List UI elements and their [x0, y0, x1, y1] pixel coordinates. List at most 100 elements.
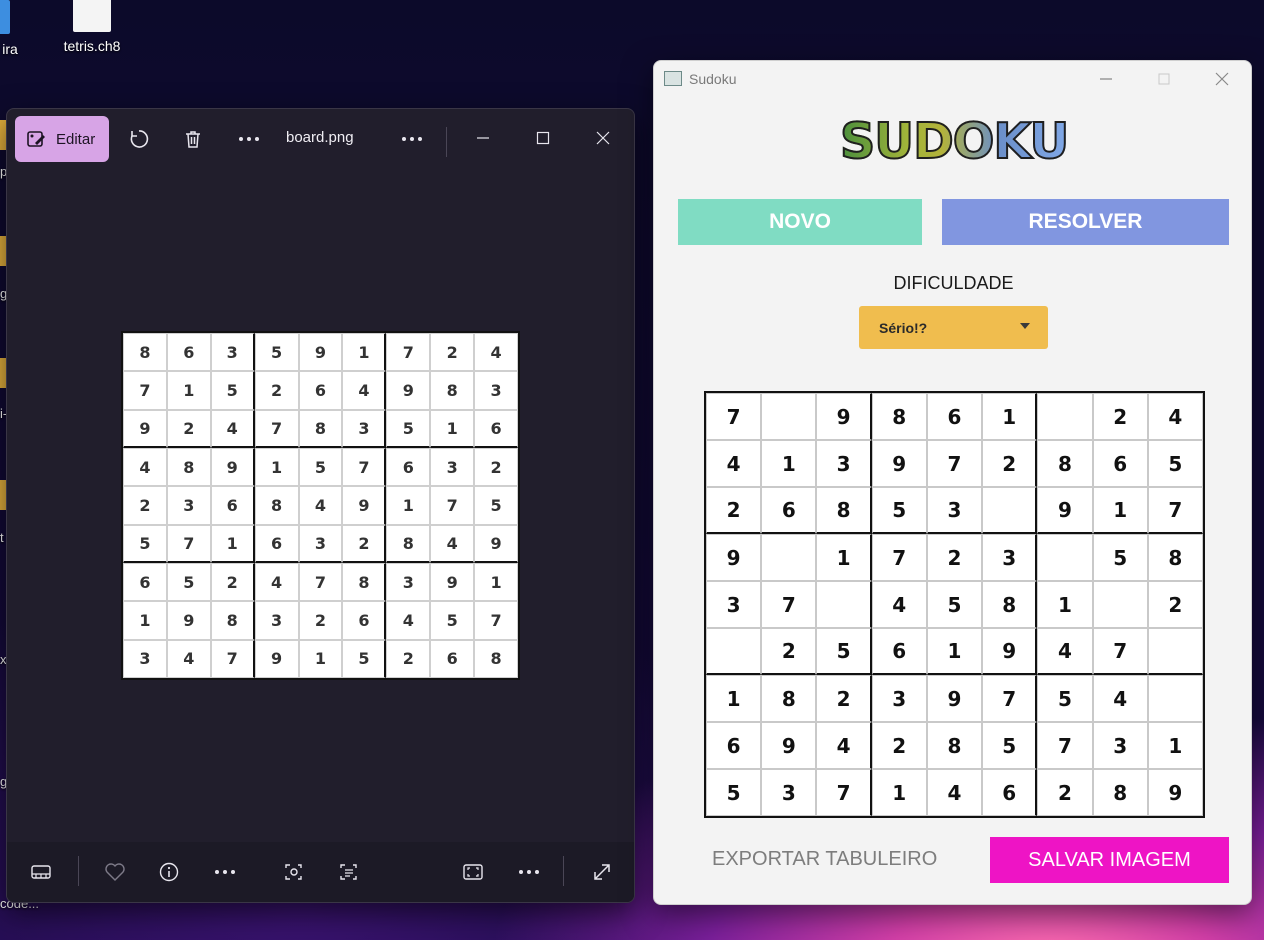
board-cell[interactable]: 7: [1147, 487, 1203, 534]
board-cell[interactable]: 3: [761, 769, 817, 816]
board-cell[interactable]: 6: [706, 722, 762, 769]
new-game-button[interactable]: NOVO: [678, 199, 922, 245]
board-cell[interactable]: 9: [1147, 769, 1203, 816]
board-cell[interactable]: 1: [1147, 722, 1203, 769]
board-cell[interactable]: 2: [871, 722, 927, 769]
board-cell[interactable]: 8: [761, 675, 817, 722]
board-cell[interactable]: 9: [706, 534, 762, 581]
board-cell[interactable]: 7: [761, 581, 817, 628]
minimize-button[interactable]: [1086, 65, 1126, 93]
board-cell[interactable]: 2: [926, 534, 983, 581]
board-cell[interactable]: 8: [982, 581, 1038, 628]
board-cell[interactable]: 4: [706, 440, 762, 487]
close-button[interactable]: [1202, 65, 1242, 93]
board-cell[interactable]: 8: [926, 722, 983, 769]
board-cell[interactable]: 1: [871, 769, 927, 816]
fullscreen-button[interactable]: [588, 858, 616, 886]
board-cell[interactable]: 1: [706, 675, 762, 722]
board-cell[interactable]: 4: [926, 769, 983, 816]
board-cell[interactable]: 8: [1147, 534, 1203, 581]
board-cell[interactable]: 3: [706, 581, 762, 628]
board-cell[interactable]: 7: [1092, 628, 1148, 675]
board-cell[interactable]: 3: [816, 440, 872, 487]
board-cell[interactable]: 3: [871, 675, 927, 722]
board-cell[interactable]: 4: [1147, 393, 1203, 440]
board-cell[interactable]: 1: [926, 628, 983, 675]
board-cell[interactable]: 5: [982, 722, 1038, 769]
edit-button[interactable]: Editar: [15, 116, 109, 162]
delete-button[interactable]: [179, 125, 207, 153]
rotate-button[interactable]: [125, 125, 153, 153]
board-cell[interactable]: 4: [816, 722, 872, 769]
board-cell[interactable]: 2: [706, 487, 762, 534]
favorite-button[interactable]: [101, 858, 129, 886]
board-cell[interactable]: 5: [1092, 534, 1148, 581]
solve-button[interactable]: RESOLVER: [942, 199, 1229, 245]
board-cell[interactable]: 2: [816, 675, 872, 722]
save-image-button[interactable]: SALVAR IMAGEM: [990, 837, 1229, 883]
board-cell[interactable]: 8: [1092, 769, 1148, 816]
board-cell[interactable]: [1037, 534, 1093, 581]
board-cell[interactable]: 4: [871, 581, 927, 628]
board-cell[interactable]: 5: [706, 769, 762, 816]
board-cell[interactable]: 7: [816, 769, 872, 816]
board-cell[interactable]: 9: [926, 675, 983, 722]
export-board-button[interactable]: EXPORTAR TABULEIRO: [712, 848, 937, 871]
board-cell[interactable]: 1: [761, 440, 817, 487]
board-cell[interactable]: 9: [761, 722, 817, 769]
board-cell[interactable]: 9: [982, 628, 1038, 675]
board-cell[interactable]: 1: [982, 393, 1038, 440]
board-cell[interactable]: 4: [1092, 675, 1148, 722]
close-button[interactable]: [587, 123, 619, 153]
board-cell[interactable]: 3: [982, 534, 1038, 581]
board-cell[interactable]: 9: [871, 440, 927, 487]
board-cell[interactable]: 6: [1092, 440, 1148, 487]
board-cell[interactable]: [1037, 393, 1093, 440]
board-cell[interactable]: 3: [926, 487, 983, 534]
board-cell[interactable]: 1: [816, 534, 872, 581]
more-options-button[interactable]: [515, 858, 543, 886]
board-cell[interactable]: [761, 534, 817, 581]
board-cell[interactable]: 3: [1092, 722, 1148, 769]
desktop-icon-tetris[interactable]: tetris.ch8: [56, 0, 128, 54]
board-cell[interactable]: 2: [1092, 393, 1148, 440]
board-cell[interactable]: 9: [816, 393, 872, 440]
board-cell[interactable]: 7: [982, 675, 1038, 722]
board-cell[interactable]: [1092, 581, 1148, 628]
fit-to-window-button[interactable]: [459, 858, 487, 886]
board-cell[interactable]: 6: [982, 769, 1038, 816]
board-cell[interactable]: 6: [761, 487, 817, 534]
board-cell[interactable]: [761, 393, 817, 440]
info-button[interactable]: [155, 858, 183, 886]
board-cell[interactable]: 5: [926, 581, 983, 628]
maximize-button[interactable]: [527, 123, 559, 153]
visual-search-button[interactable]: [280, 858, 308, 886]
board-cell[interactable]: 9: [1037, 487, 1093, 534]
board-cell[interactable]: [982, 487, 1038, 534]
board-cell[interactable]: 8: [871, 393, 927, 440]
board-cell[interactable]: 8: [1037, 440, 1093, 487]
more-options-button[interactable]: [211, 858, 239, 886]
board-cell[interactable]: 2: [1147, 581, 1203, 628]
board-cell[interactable]: 2: [1037, 769, 1093, 816]
board-cell[interactable]: 4: [1037, 628, 1093, 675]
text-scan-button[interactable]: [335, 858, 363, 886]
board-cell[interactable]: 8: [816, 487, 872, 534]
board-cell[interactable]: 2: [982, 440, 1038, 487]
board-cell[interactable]: 6: [871, 628, 927, 675]
board-cell[interactable]: 1: [1092, 487, 1148, 534]
board-cell[interactable]: [1147, 675, 1203, 722]
board-cell[interactable]: 7: [1037, 722, 1093, 769]
minimize-button[interactable]: [467, 123, 499, 153]
board-cell[interactable]: 5: [1037, 675, 1093, 722]
board-cell[interactable]: 5: [816, 628, 872, 675]
board-cell[interactable]: 5: [871, 487, 927, 534]
file-more-button[interactable]: [398, 125, 426, 153]
filmstrip-button[interactable]: [27, 858, 55, 886]
board-cell[interactable]: [706, 628, 762, 675]
board-cell[interactable]: 6: [926, 393, 983, 440]
board-cell[interactable]: 7: [871, 534, 927, 581]
board-cell[interactable]: 2: [761, 628, 817, 675]
desktop-icon-partial[interactable]: ira: [0, 0, 30, 57]
more-options-button[interactable]: [235, 125, 263, 153]
